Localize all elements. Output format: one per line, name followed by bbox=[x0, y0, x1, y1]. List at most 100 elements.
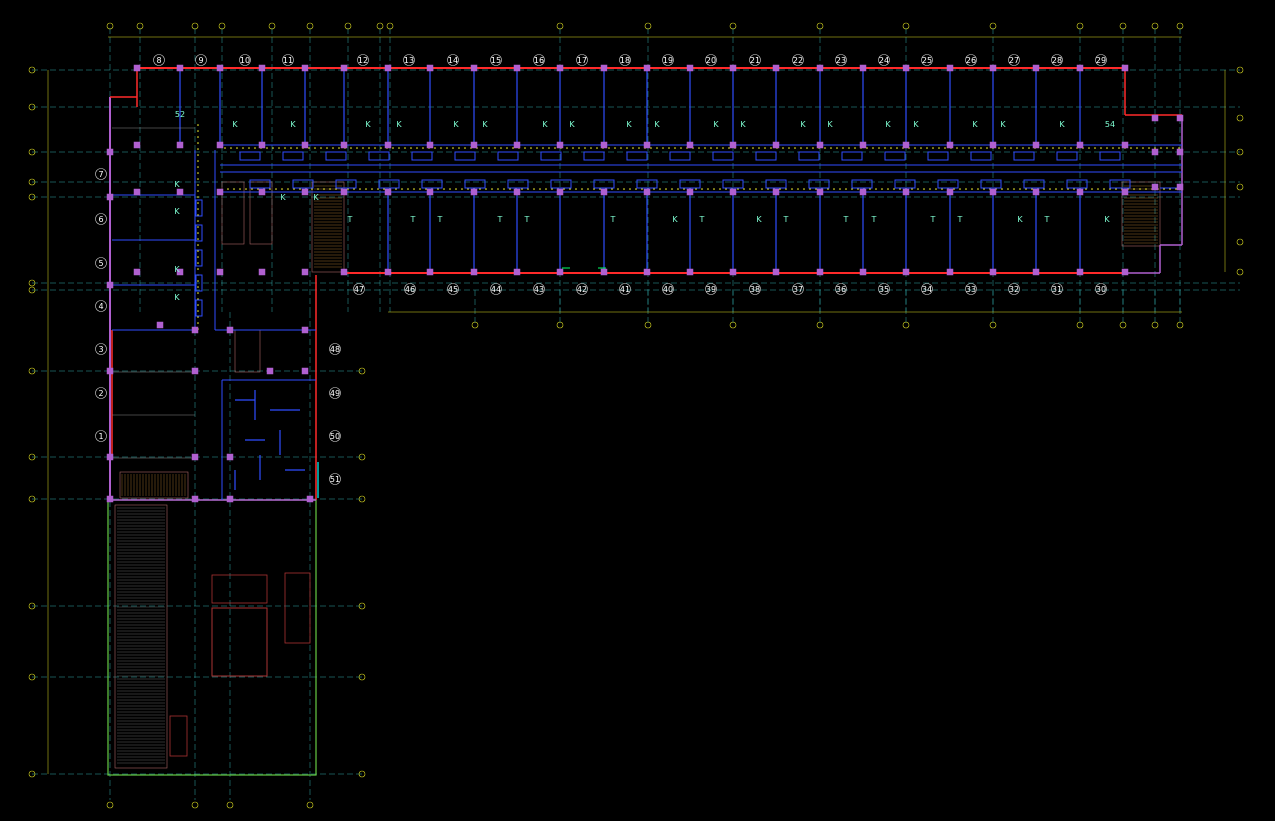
corridor-mark bbox=[1169, 188, 1171, 190]
corridor-mark bbox=[236, 147, 238, 149]
column bbox=[859, 141, 867, 149]
column bbox=[301, 188, 309, 196]
corridor-mark bbox=[1040, 147, 1042, 149]
corridor-mark bbox=[197, 268, 199, 270]
column bbox=[340, 188, 348, 196]
corridor-mark bbox=[836, 147, 838, 149]
room-tag: T bbox=[437, 215, 443, 224]
corridor-mark bbox=[752, 147, 754, 149]
column bbox=[643, 188, 651, 196]
room-tag: K bbox=[713, 120, 719, 129]
corridor-mark bbox=[803, 188, 805, 190]
corridor-mark bbox=[977, 188, 979, 190]
corridor-mark bbox=[197, 148, 199, 150]
room-tag: T bbox=[610, 215, 616, 224]
room-number-31: 31 bbox=[1052, 285, 1062, 294]
corridor-mark bbox=[596, 147, 598, 149]
column bbox=[816, 64, 824, 72]
room-number-1: 1 bbox=[98, 432, 103, 441]
corridor-mark bbox=[197, 226, 199, 228]
corridor-mark bbox=[272, 147, 274, 149]
corridor-mark bbox=[326, 147, 328, 149]
floor-plan-drawing: 8 9 10 11 12 13 14 15 16 17 18 19 20 21 22 23 24 25 26 27 28… bbox=[0, 0, 1275, 821]
corridor-mark bbox=[1052, 147, 1054, 149]
room-tag: K bbox=[756, 215, 762, 224]
room-number-19: 19 bbox=[663, 56, 673, 65]
corridor-mark bbox=[245, 188, 247, 190]
room-number-3: 3 bbox=[98, 345, 103, 354]
column bbox=[106, 453, 114, 461]
column bbox=[191, 495, 199, 503]
room-tag: K bbox=[1059, 120, 1065, 129]
corridor-mark bbox=[290, 147, 292, 149]
column bbox=[1076, 64, 1084, 72]
corridor-mark bbox=[275, 188, 277, 190]
column bbox=[133, 141, 141, 149]
corridor-mark bbox=[230, 147, 232, 149]
corridor-mark bbox=[968, 147, 970, 149]
room-number-15: 15 bbox=[491, 56, 501, 65]
corridor-mark bbox=[782, 147, 784, 149]
corridor-mark bbox=[848, 147, 850, 149]
column bbox=[816, 268, 824, 276]
room-tag: T bbox=[783, 215, 789, 224]
room-tag: K bbox=[453, 120, 459, 129]
room-tag: K bbox=[174, 207, 180, 216]
corridor-mark bbox=[371, 188, 373, 190]
column bbox=[1076, 188, 1084, 196]
corridor-mark bbox=[1088, 147, 1090, 149]
room-tag: T bbox=[497, 215, 503, 224]
column bbox=[600, 64, 608, 72]
corridor-mark bbox=[197, 202, 199, 204]
corridor-mark bbox=[266, 147, 268, 149]
column bbox=[772, 268, 780, 276]
column bbox=[729, 268, 737, 276]
corridor-mark bbox=[197, 244, 199, 246]
room-number-2: 2 bbox=[98, 389, 103, 398]
room-number-36: 36 bbox=[836, 285, 846, 294]
column bbox=[1076, 141, 1084, 149]
corridor-mark bbox=[287, 188, 289, 190]
room-tag: K bbox=[626, 120, 632, 129]
corridor-mark bbox=[956, 147, 958, 149]
corridor-mark bbox=[329, 188, 331, 190]
column bbox=[301, 141, 309, 149]
corridor-mark bbox=[812, 147, 814, 149]
corridor-mark bbox=[308, 147, 310, 149]
room-number-23: 23 bbox=[836, 56, 846, 65]
room-number-37: 37 bbox=[793, 285, 803, 294]
column bbox=[384, 64, 392, 72]
corridor-mark bbox=[770, 147, 772, 149]
column bbox=[133, 64, 141, 72]
corridor-mark bbox=[1016, 147, 1018, 149]
corridor-mark bbox=[920, 147, 922, 149]
corridor-mark bbox=[755, 188, 757, 190]
corridor-mark bbox=[1010, 147, 1012, 149]
corridor-mark bbox=[650, 147, 652, 149]
corridor-mark bbox=[1022, 147, 1024, 149]
corridor-mark bbox=[419, 188, 421, 190]
column bbox=[600, 268, 608, 276]
room-number-14: 14 bbox=[448, 56, 458, 65]
corridor-mark bbox=[542, 147, 544, 149]
column bbox=[216, 268, 224, 276]
corridor-mark bbox=[629, 188, 631, 190]
column bbox=[106, 495, 114, 503]
corridor-mark bbox=[356, 147, 358, 149]
column bbox=[384, 268, 392, 276]
room-number-20: 20 bbox=[706, 56, 716, 65]
corridor-mark bbox=[422, 147, 424, 149]
room-tag: K bbox=[174, 293, 180, 302]
column bbox=[643, 64, 651, 72]
corridor-mark bbox=[581, 188, 583, 190]
corridor-mark bbox=[197, 292, 199, 294]
corridor-mark bbox=[662, 147, 664, 149]
column bbox=[556, 64, 564, 72]
room-number-29: 29 bbox=[1096, 56, 1106, 65]
room-number-4: 4 bbox=[98, 302, 103, 311]
column bbox=[946, 64, 954, 72]
column bbox=[226, 453, 234, 461]
room-number-48: 48 bbox=[330, 345, 340, 354]
corridor-mark bbox=[530, 147, 532, 149]
column bbox=[266, 367, 274, 375]
